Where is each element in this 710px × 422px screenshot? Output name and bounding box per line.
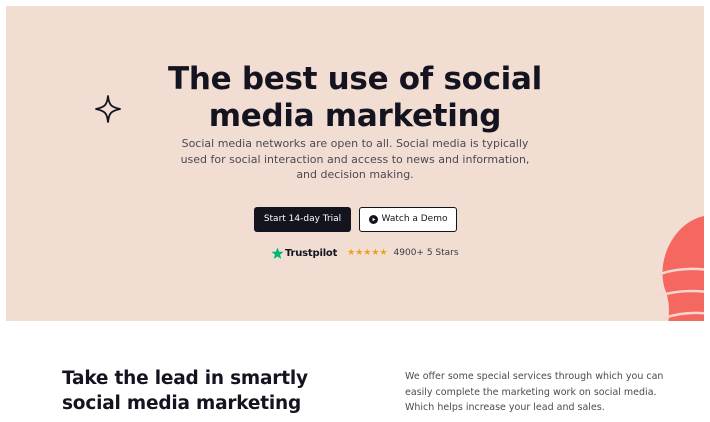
start-trial-button[interactable]: Start 14-day Trial: [254, 207, 351, 232]
hero-section: The best use of social media marketing S…: [6, 6, 704, 321]
lead-description-line: Which helps increase your lead and sales…: [405, 402, 605, 413]
watch-demo-label: Watch a Demo: [381, 214, 448, 224]
play-circle-icon: [368, 215, 378, 224]
hero-title-line: media marketing: [208, 98, 502, 134]
lead-title: Take the lead in smartly social media ma…: [62, 366, 308, 416]
lead-title-line: Take the lead in smartly: [62, 368, 308, 389]
star-rating: ★★★★★: [347, 248, 388, 258]
lead-description: We offer some special services through w…: [405, 369, 663, 416]
trustpilot-label: Trustpilot: [285, 247, 338, 259]
hero-description-line: used for social interaction and access t…: [180, 152, 530, 166]
trustpilot-rating: Trustpilot ★★★★★ 4900+ 5 Stars: [271, 245, 459, 261]
decorative-blob: [656, 216, 704, 321]
rating-text: 4900+ 5 Stars: [393, 248, 459, 258]
hero-description-line: and decision making.: [296, 168, 414, 181]
lead-description-line: easily complete the marketing work on so…: [405, 386, 657, 398]
watch-demo-button[interactable]: Watch a Demo: [359, 207, 457, 232]
hero-title-line: The best use of social: [168, 61, 542, 97]
lead-description-line: We offer some special services through w…: [405, 371, 664, 382]
hero-description-line: Social media networks are open to all. S…: [181, 137, 529, 150]
hero-description: Social media networks are open to all. S…: [6, 136, 704, 183]
trustpilot-star-icon: [271, 247, 284, 259]
hero-title: The best use of social media marketing: [6, 61, 704, 135]
lead-title-line: social media marketing: [62, 393, 302, 414]
